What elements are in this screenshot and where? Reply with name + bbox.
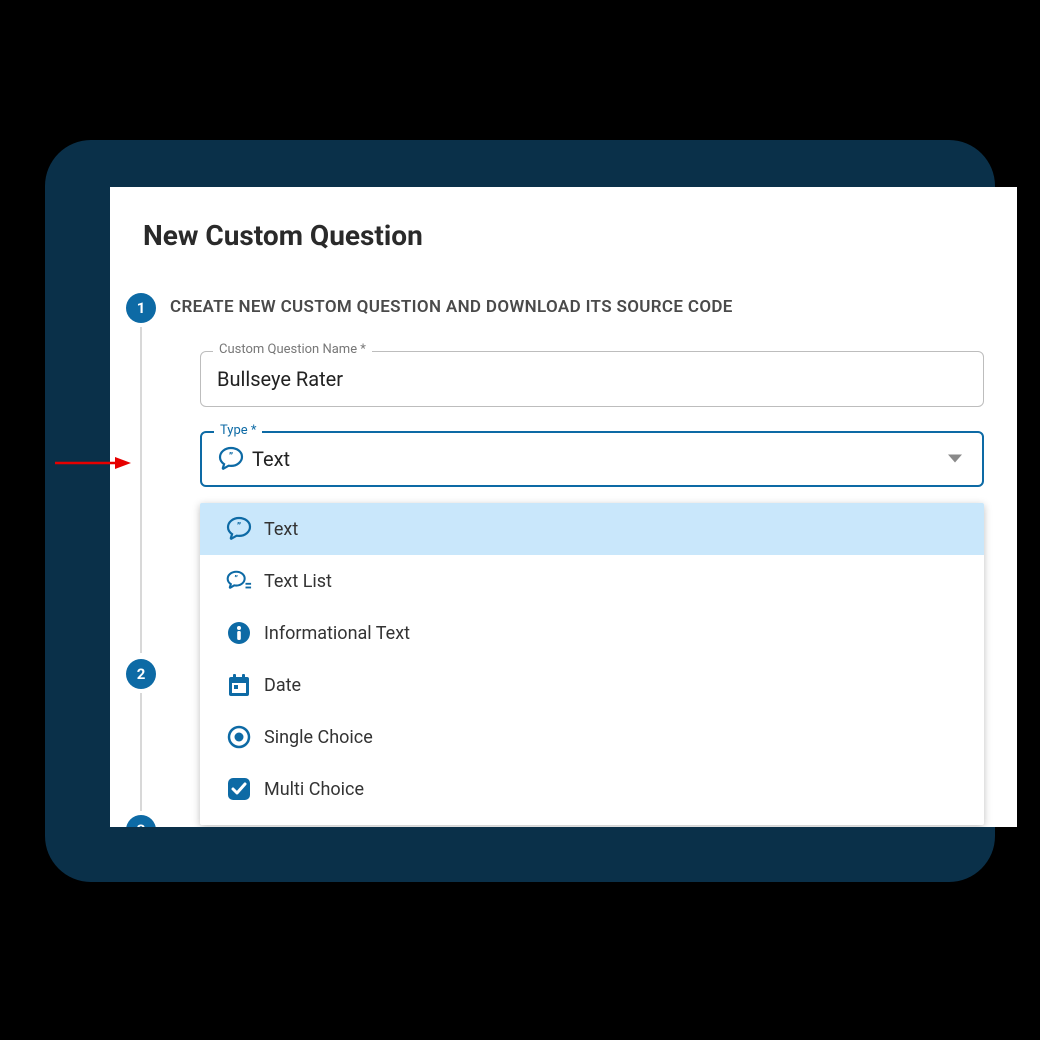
radio-icon [226, 724, 252, 750]
option-label: Date [264, 675, 301, 696]
step-2: 2 [126, 659, 156, 689]
step-connector [140, 327, 142, 653]
option-label: Informational Text [264, 623, 410, 644]
question-name-field[interactable]: Custom Question Name * Bullseye Rater [200, 351, 984, 407]
outer-card: New Custom Question 1 CREATE NEW CUSTOM … [45, 140, 995, 882]
question-type-value: Text [218, 446, 290, 472]
field-label: Type * [214, 423, 262, 438]
step-badge: 1 [126, 293, 156, 323]
option-label: Single Choice [264, 727, 373, 748]
option-label: Text [264, 519, 298, 540]
step-badge: 3 [126, 815, 156, 827]
option-label: Multi Choice [264, 779, 364, 800]
chevron-down-icon [946, 450, 964, 469]
option-label: Text List [264, 571, 332, 592]
type-dropdown: Text Text List Informational Text [200, 503, 984, 825]
field-label: Custom Question Name * [213, 342, 372, 357]
step-1: 1 [126, 293, 156, 323]
step-badge: 2 [126, 659, 156, 689]
type-dropdown-scroll[interactable]: Text Text List Informational Text [200, 503, 984, 825]
info-icon [226, 620, 252, 646]
speech-quote-list-icon [226, 568, 252, 594]
type-option-date[interactable]: Date [200, 659, 984, 711]
step-connector [140, 693, 142, 811]
annotation-arrow-icon [53, 453, 133, 473]
step-1-title: CREATE NEW CUSTOM QUESTION AND DOWNLOAD … [170, 297, 733, 317]
dropdown-filler [200, 815, 984, 825]
checkbox-icon [226, 776, 252, 802]
step-3: 3 [126, 815, 156, 827]
speech-quote-icon [218, 446, 244, 472]
type-option-text[interactable]: Text [200, 503, 984, 555]
type-option-multi-choice[interactable]: Multi Choice [200, 763, 984, 815]
page-title: New Custom Question [143, 219, 423, 252]
type-option-single-choice[interactable]: Single Choice [200, 711, 984, 763]
type-option-text-list[interactable]: Text List [200, 555, 984, 607]
speech-quote-icon [226, 516, 252, 542]
question-name-value: Bullseye Rater [217, 367, 343, 391]
type-option-informational-text[interactable]: Informational Text [200, 607, 984, 659]
calendar-icon [226, 672, 252, 698]
question-type-select[interactable]: Type * Text [200, 431, 984, 487]
type-value-text: Text [252, 447, 290, 471]
form-panel: New Custom Question 1 CREATE NEW CUSTOM … [110, 187, 1017, 827]
